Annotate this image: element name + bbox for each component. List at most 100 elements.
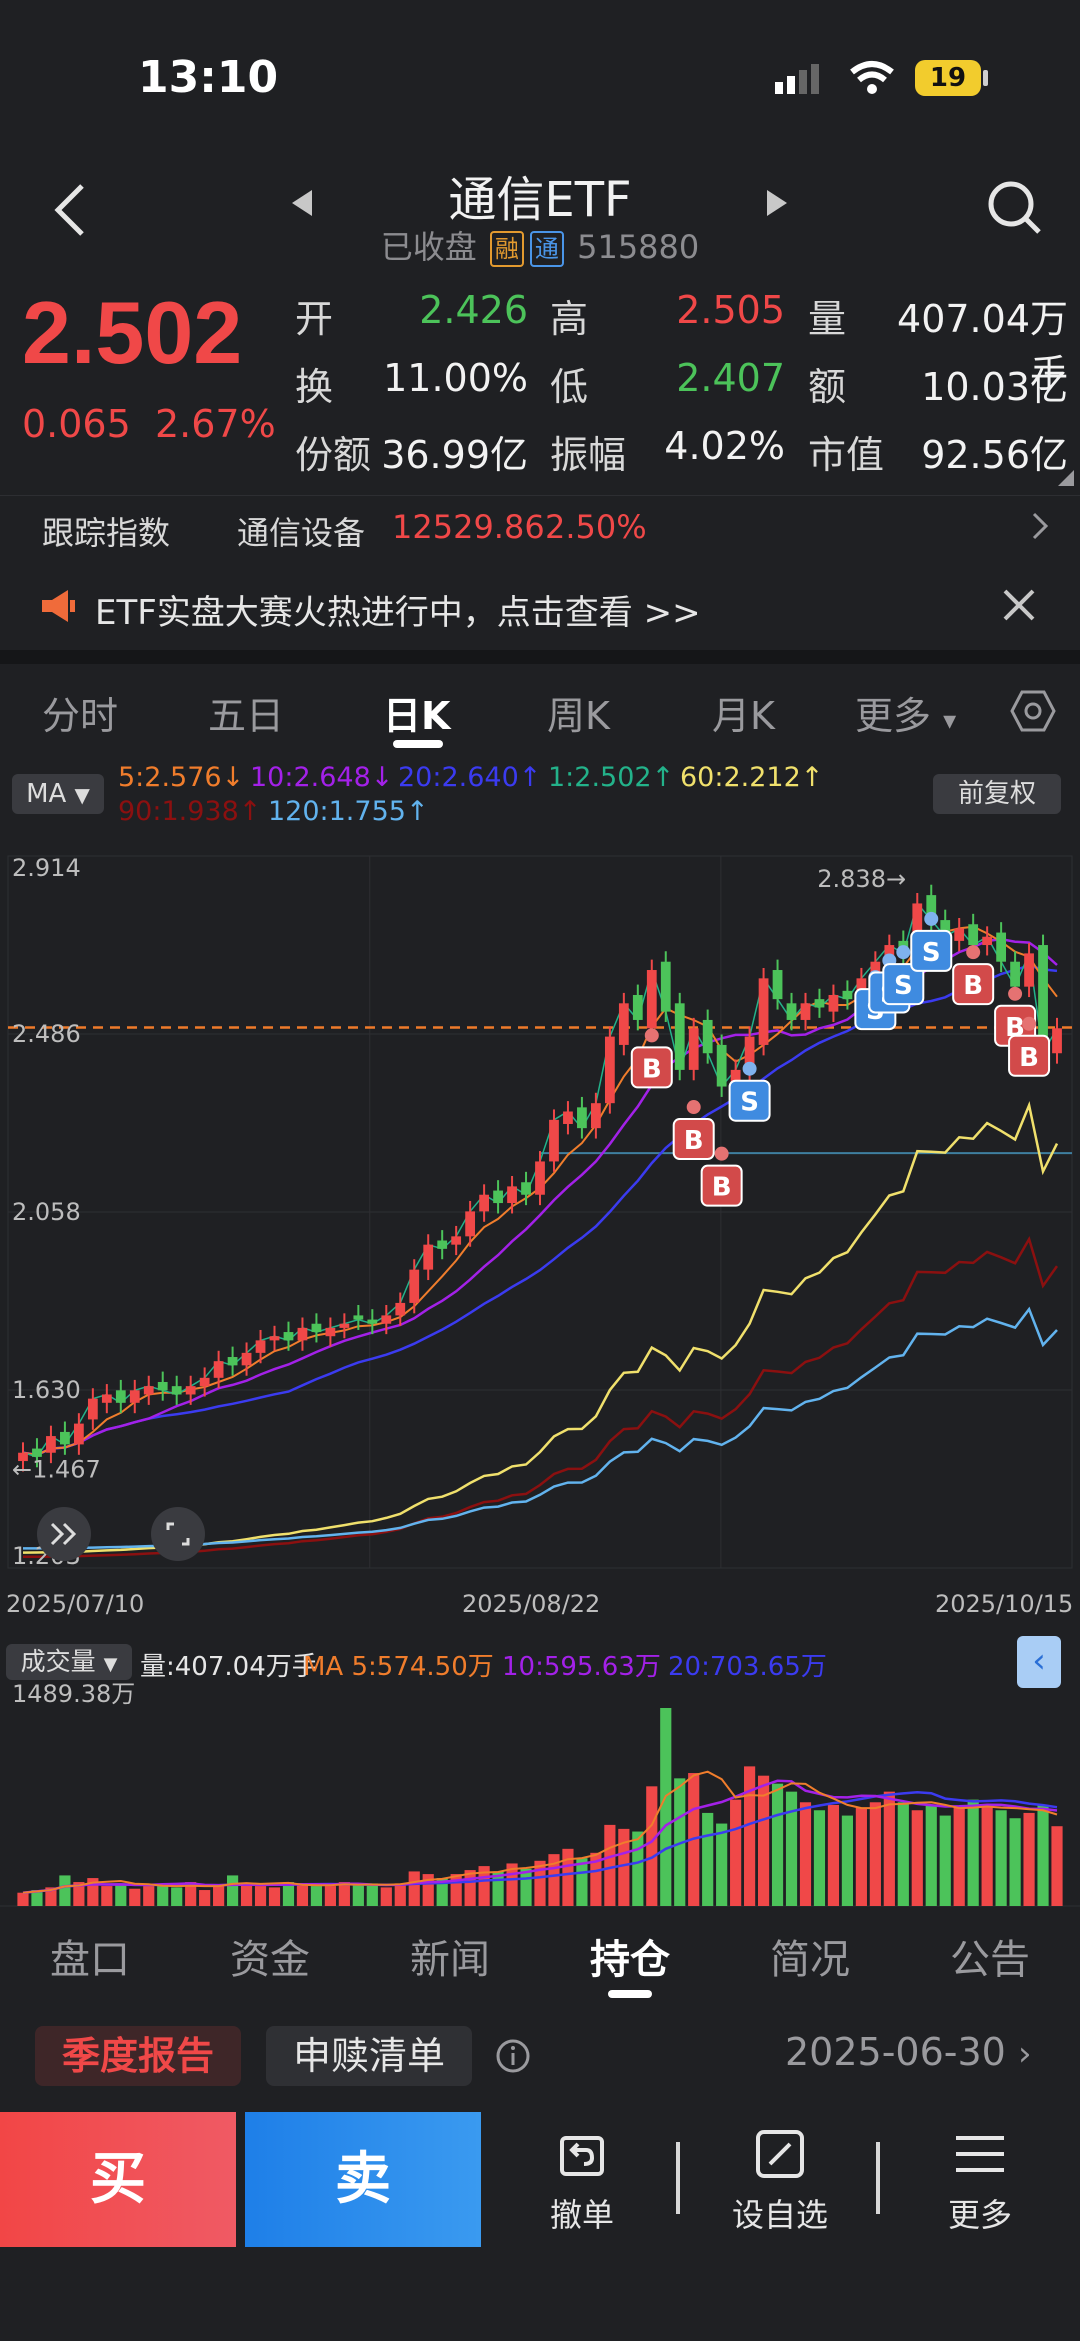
candle-body	[535, 1161, 545, 1195]
candle-body	[1024, 953, 1034, 987]
high-value: 2.505	[676, 288, 785, 332]
ma90-value: 90:1.938↑	[118, 796, 262, 827]
settings-hex-icon[interactable]	[1010, 688, 1056, 734]
volume-bar	[296, 1884, 309, 1906]
volume-ma10: 10:595.63万	[502, 1652, 661, 1682]
tracking-index-row[interactable]: 跟踪指数 通信设备 12529.86 2.50%	[0, 495, 1080, 554]
candle-body	[1010, 961, 1020, 987]
candle-body	[758, 978, 769, 1045]
tab-five-day[interactable]: 五日	[208, 685, 284, 740]
tab-holdings[interactable]: 持仓	[590, 1927, 670, 1985]
ma10-value: 10:2.648↓	[250, 762, 394, 793]
adjust-select[interactable]: 前复权	[933, 774, 1061, 814]
volume-bar	[1023, 1812, 1035, 1906]
amplitude-value: 4.02%	[664, 424, 785, 468]
tab-announcements[interactable]: 公告	[950, 1927, 1030, 1985]
candle-body	[563, 1111, 573, 1124]
mktcap-value: 92.56亿	[921, 433, 1068, 477]
trade-marker-label: B	[712, 1173, 732, 1203]
trade-marker-dot	[644, 1028, 659, 1043]
ma120-value: 120:1.755↑	[268, 796, 429, 827]
tab-more[interactable]: 更多 ▾	[855, 685, 956, 740]
next-stock-icon[interactable]	[765, 188, 789, 218]
trade-marker-label: S	[740, 1088, 759, 1118]
candle-body	[297, 1327, 308, 1341]
caret-down-icon: ▾	[943, 706, 957, 736]
tab-news[interactable]: 新闻	[410, 1927, 490, 1985]
tab-weekly-k[interactable]: 周K	[547, 685, 610, 740]
tab-daily-k[interactable]: 日K	[383, 685, 450, 740]
candle-body	[101, 1394, 112, 1403]
volume-indicator-select[interactable]: 成交量 ▼	[6, 1644, 132, 1680]
sell-button[interactable]: 卖	[245, 2112, 481, 2247]
more-menu-button[interactable]: 更多	[920, 2128, 1040, 2236]
info-icon[interactable]	[495, 2038, 531, 2074]
candle-body	[73, 1423, 84, 1445]
volume-bar	[199, 1890, 211, 1906]
volume-bar	[716, 1823, 728, 1906]
trade-marker-label: S	[922, 938, 941, 968]
tab-more-label: 更多	[855, 694, 932, 738]
trade-marker-label: B	[642, 1054, 662, 1084]
volume-bar	[464, 1870, 476, 1906]
candle-body	[451, 1236, 462, 1245]
indicator-select[interactable]: MA ▼	[12, 774, 104, 814]
candle-body	[227, 1357, 238, 1366]
buy-button[interactable]: 买	[0, 2112, 236, 2247]
fast-forward-icon[interactable]	[36, 1506, 92, 1562]
close-icon[interactable]	[1002, 588, 1036, 622]
ma20-line	[22, 964, 1058, 1457]
candle-body	[996, 932, 1007, 962]
candle-body	[688, 1028, 699, 1070]
candle-body	[325, 1327, 336, 1337]
tab-orderbook[interactable]: 盘口	[50, 1927, 130, 1985]
volume-bar	[618, 1828, 630, 1906]
toolbar-separator	[876, 2142, 880, 2214]
ma1-text: 1:2.502	[548, 762, 652, 793]
cancel-order-button[interactable]: 撤单	[522, 2128, 642, 2236]
candle-body	[311, 1323, 322, 1333]
volume-bar	[129, 1888, 141, 1906]
tab-monthly-k[interactable]: 月K	[712, 685, 775, 740]
volume-bar	[1051, 1826, 1063, 1906]
tab-profile[interactable]: 简况	[770, 1927, 850, 1985]
volume-bar	[660, 1708, 672, 1906]
volume-bar	[520, 1868, 532, 1906]
volume-bar	[953, 1807, 965, 1906]
x-tick-label: 2025/07/10	[6, 1590, 144, 1618]
notice-banner[interactable]: ETF实盘大赛火热进行中，点击查看 >>	[0, 570, 1080, 640]
volume-bar	[632, 1831, 644, 1906]
y-tick-label: 2.486	[12, 1020, 81, 1048]
add-watchlist-button[interactable]: 设自选	[720, 2128, 840, 2236]
megaphone-icon	[42, 590, 75, 622]
kline-chart[interactable]: BBBSSSSSBBB 2.9142.4862.0581.6301.2032.8…	[0, 838, 1080, 1920]
candle-body	[60, 1431, 70, 1445]
notice-text: ETF实盘大赛火热进行中，点击查看 >>	[95, 593, 701, 633]
trade-marker-dot	[686, 1100, 701, 1115]
report-date-selector[interactable]: 2025-06-30 ›	[785, 2030, 1032, 2074]
collapse-panel-icon[interactable]: ‹	[1017, 1636, 1061, 1688]
ma20-value: 20:2.640↑	[398, 762, 542, 793]
tab-intraday[interactable]: 分时	[42, 685, 118, 740]
tab-funds[interactable]: 资金	[230, 1927, 310, 1985]
quarterly-report-button[interactable]: 季度报告	[35, 2026, 241, 2086]
amount-label: 额	[808, 365, 847, 409]
volume-bar	[897, 1802, 909, 1906]
ma10-text: 10:2.648	[250, 762, 371, 793]
candle-body	[115, 1390, 126, 1403]
volume-bar	[911, 1810, 923, 1906]
candle-body	[716, 1044, 727, 1087]
redemption-list-button[interactable]: 申赎清单	[266, 2026, 472, 2086]
volume-bar	[226, 1875, 239, 1906]
volume-bar	[827, 1804, 840, 1906]
expand-corner-icon[interactable]	[1058, 470, 1074, 486]
market-status: 已收盘	[380, 228, 477, 266]
volume-bar	[813, 1810, 826, 1906]
amount-value: 10.03亿	[921, 365, 1068, 409]
candle-body	[465, 1211, 476, 1237]
volume-y-tick: 1489.38万	[12, 1680, 135, 1708]
caret-down-icon: ▼	[74, 783, 90, 807]
candle-body	[353, 1315, 364, 1320]
candle-body	[479, 1194, 489, 1212]
fullscreen-icon[interactable]	[150, 1506, 206, 1562]
